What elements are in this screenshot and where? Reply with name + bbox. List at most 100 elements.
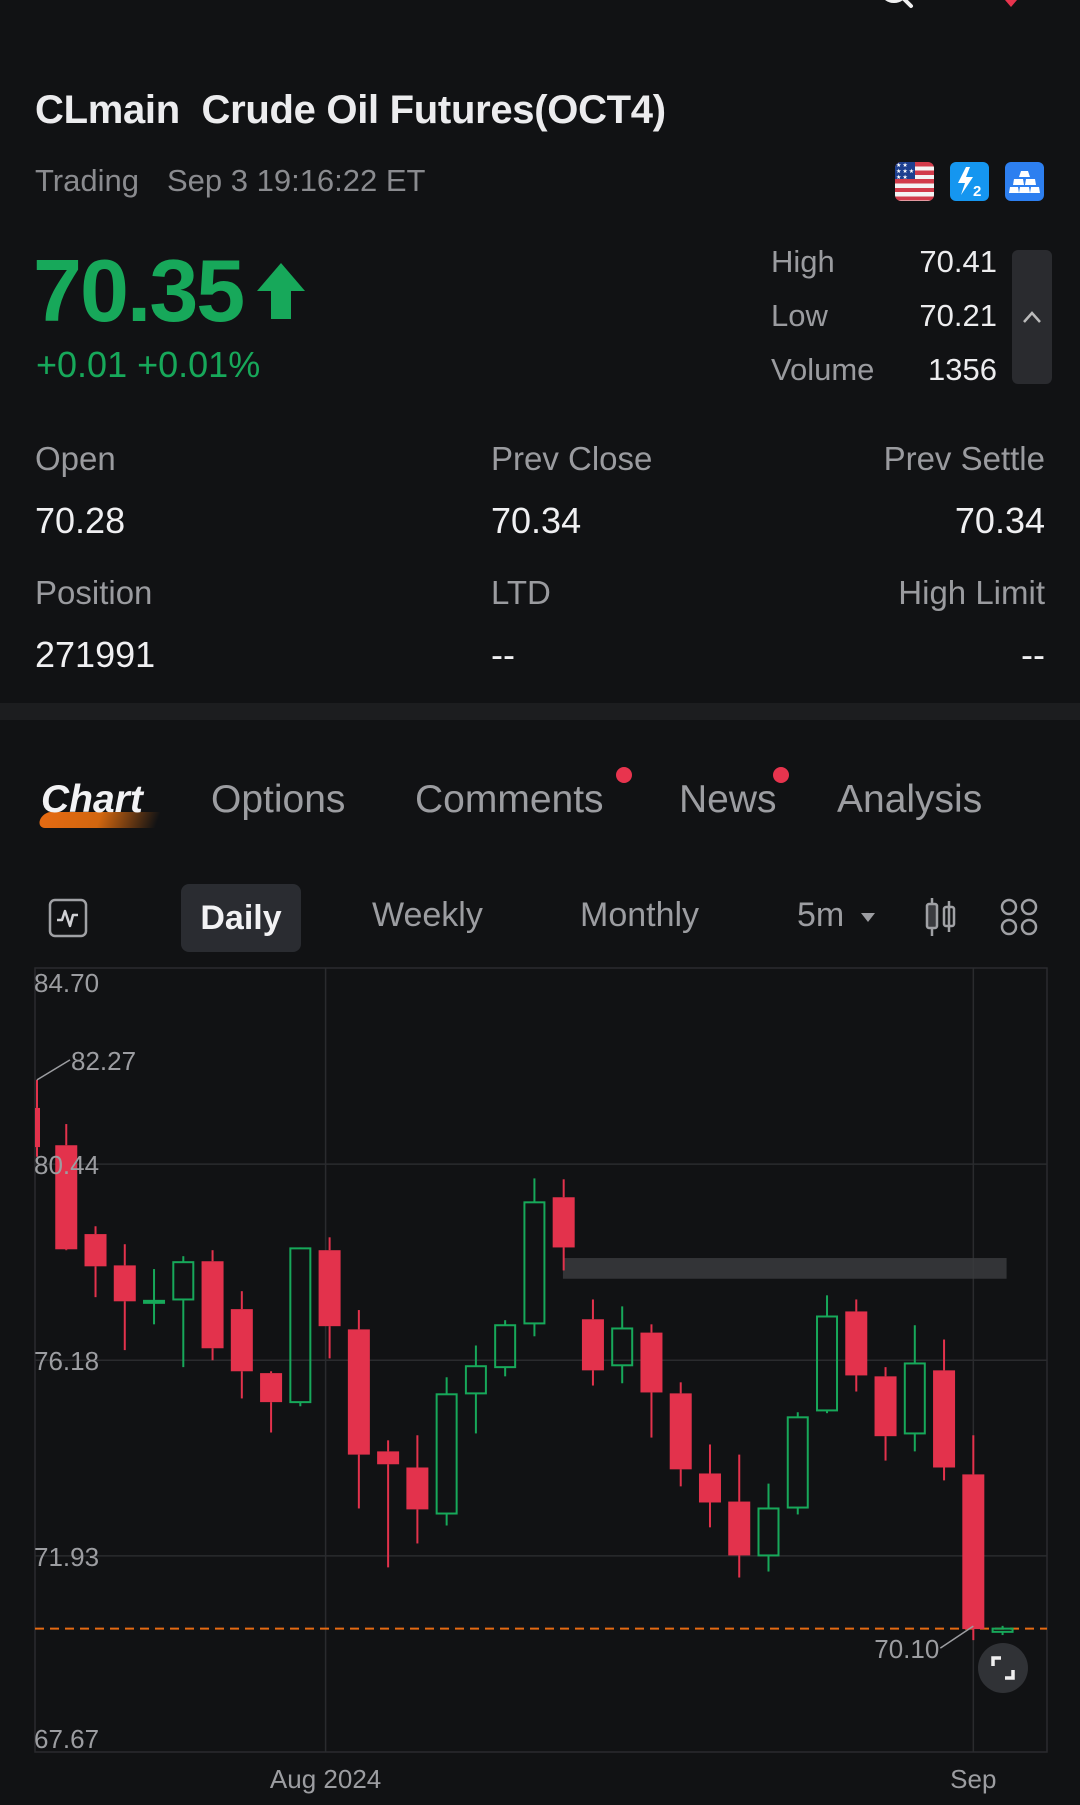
min-annotation-label: 70.10 xyxy=(874,1634,939,1664)
tab-analysis[interactable]: Analysis xyxy=(837,778,982,822)
y-axis-tick-label: 67.67 xyxy=(34,1724,99,1754)
candle-body xyxy=(903,1362,926,1435)
candle xyxy=(143,1269,166,1325)
stat-value: 271991 xyxy=(35,634,156,675)
candle xyxy=(786,1412,809,1515)
candle-body xyxy=(523,1201,546,1325)
svg-text:2: 2 xyxy=(973,183,981,200)
stat-position: Position 271991 xyxy=(35,574,155,676)
candle xyxy=(113,1244,136,1351)
candle xyxy=(611,1306,634,1384)
back-icon[interactable] xyxy=(28,0,54,4)
candle-body xyxy=(991,1627,1014,1633)
news-notification-dot xyxy=(773,767,789,783)
us-flag-icon[interactable]: ★★ ★★★ ★★ xyxy=(895,162,934,201)
candle-body xyxy=(113,1265,136,1302)
gold-bars-icon[interactable] xyxy=(1005,162,1044,201)
candle-body xyxy=(84,1234,107,1267)
candle-body xyxy=(874,1376,897,1437)
interval-value: 5m xyxy=(797,896,845,934)
stat-value: -- xyxy=(1021,634,1045,675)
chevron-up-icon xyxy=(1023,311,1041,323)
collapse-button[interactable] xyxy=(1012,250,1052,384)
y-axis-tick-label: 76.18 xyxy=(34,1346,99,1376)
candle-body xyxy=(552,1197,575,1248)
caret-down-icon xyxy=(860,913,875,923)
candle xyxy=(406,1435,429,1544)
candle xyxy=(347,1310,370,1509)
candle-body xyxy=(669,1393,692,1470)
tab-comments[interactable]: Comments xyxy=(415,778,604,822)
candle xyxy=(669,1382,692,1487)
high-label: High xyxy=(771,244,835,279)
candle xyxy=(435,1377,458,1526)
interval-dropdown[interactable]: 5m xyxy=(797,896,876,935)
candle-body xyxy=(640,1332,663,1393)
max-annotation-label: 82.27 xyxy=(71,1046,136,1076)
volume-label: Volume xyxy=(771,352,875,387)
search-icon[interactable] xyxy=(876,0,916,12)
highlight-band-layer xyxy=(562,1258,1007,1279)
y-axis-tick-label: 80.44 xyxy=(34,1150,99,1180)
highlight-band xyxy=(562,1258,1007,1279)
candle xyxy=(260,1371,283,1433)
candle-body xyxy=(933,1370,956,1468)
instrument-title: CLmain Crude Oil Futures(OCT4) xyxy=(35,88,666,133)
candle-body xyxy=(435,1393,458,1515)
stat-high-limit: High Limit -- xyxy=(898,574,1045,676)
candlestick-type-icon[interactable] xyxy=(924,896,958,938)
period-weekly[interactable]: Weekly xyxy=(372,896,483,935)
price-value: 70.35 xyxy=(33,241,245,340)
instrument-name: Crude Oil Futures(OCT4) xyxy=(201,88,667,132)
price-change: +0.01 +0.01% xyxy=(36,344,260,386)
stat-open: Open 70.28 xyxy=(35,440,125,542)
fullscreen-button[interactable] xyxy=(978,1643,1028,1693)
grid-layout-icon[interactable] xyxy=(1000,898,1038,936)
last-price: 70.35 xyxy=(33,240,307,342)
y-axis-tick-label: 71.93 xyxy=(34,1542,99,1572)
candle xyxy=(230,1291,253,1399)
level2-icon[interactable]: 2 xyxy=(950,162,989,201)
candle-body xyxy=(786,1416,809,1509)
tab-chart[interactable]: Chart xyxy=(41,778,143,822)
indicator-icon[interactable] xyxy=(48,898,88,938)
tab-bar: Chart Options Comments News Analysis xyxy=(0,778,1080,838)
candle-body xyxy=(581,1319,604,1371)
candlestick-chart[interactable]: 84.70 80.44 76.18 71.93 67.67 Aug 2024 Sep 82.2… xyxy=(0,960,1080,1805)
status-row: Trading Sep 3 19:16:22 ET xyxy=(35,163,426,199)
low-row: Low 70.21 xyxy=(771,298,997,352)
candle-body xyxy=(318,1250,341,1327)
volume-value: 1356 xyxy=(928,352,997,387)
stat-label: Prev Close xyxy=(491,440,653,477)
stat-value: -- xyxy=(491,634,515,675)
section-divider xyxy=(0,703,1080,720)
x-axis-tick-label: Aug 2024 xyxy=(270,1764,381,1794)
period-daily[interactable]: Daily xyxy=(181,884,301,952)
candle-body xyxy=(143,1299,166,1304)
high-low-volume: High 70.41 Low 70.21 Volume 1356 xyxy=(771,244,997,406)
candle xyxy=(903,1325,926,1452)
candle-body xyxy=(201,1261,224,1349)
stat-prev-close: Prev Close 70.34 xyxy=(491,440,652,542)
candle xyxy=(377,1440,400,1568)
tab-news[interactable]: News xyxy=(679,778,777,822)
timestamp: Sep 3 19:16:22 ET xyxy=(166,163,426,198)
stat-ltd: LTD -- xyxy=(491,574,551,676)
candle xyxy=(845,1299,868,1392)
candle-body xyxy=(347,1329,370,1455)
y-axis-tick-label: 84.70 xyxy=(34,968,99,998)
tab-options[interactable]: Options xyxy=(211,778,345,822)
candle xyxy=(728,1454,751,1578)
high-value: 70.41 xyxy=(919,244,997,279)
heart-icon[interactable] xyxy=(996,0,1026,8)
change-value: +0.01 xyxy=(36,344,128,385)
candle-body xyxy=(464,1365,487,1395)
high-row: High 70.41 xyxy=(771,244,997,298)
period-monthly[interactable]: Monthly xyxy=(580,896,699,935)
stat-label: Position xyxy=(35,574,153,611)
candle xyxy=(464,1345,487,1434)
volume-row: Volume 1356 xyxy=(771,352,997,406)
candle xyxy=(55,1124,78,1251)
badges: ★★ ★★★ ★★ 2 xyxy=(895,162,1044,201)
low-label: Low xyxy=(771,298,828,333)
